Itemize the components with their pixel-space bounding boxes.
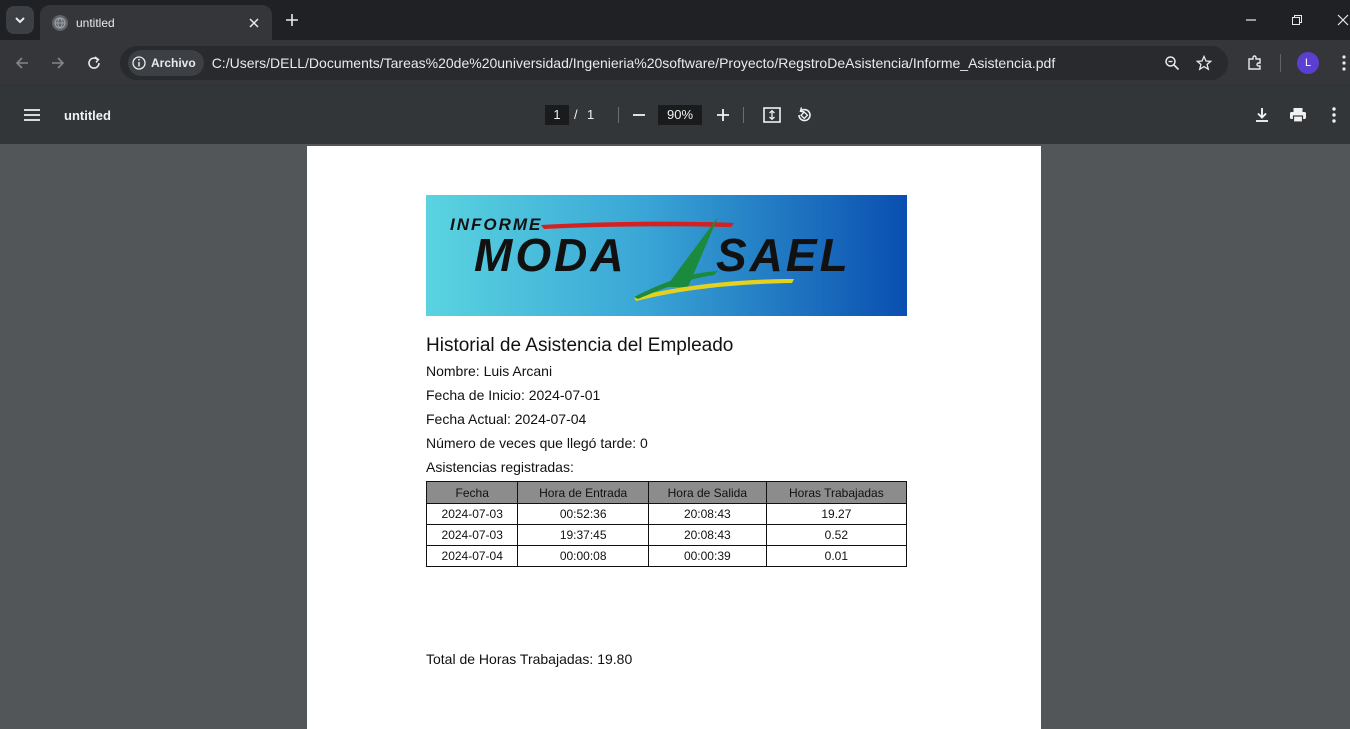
table-cell: 19.27 (765, 503, 908, 525)
minimize-button[interactable] (1239, 8, 1263, 32)
table-row: 2024-07-04 00:00:08 00:00:39 0.01 (425, 545, 908, 567)
pdf-more-actions-button[interactable] (1322, 103, 1346, 127)
table-cell: 0.01 (765, 545, 908, 567)
table-cell: 00:00:39 (647, 545, 767, 567)
pdf-toolbar: untitled 1 / 1 90% (0, 86, 1350, 144)
kebab-menu-icon (1342, 55, 1346, 71)
browser-menu-button[interactable] (1332, 51, 1350, 75)
page-separator: / (574, 107, 578, 122)
table-cell: 20:08:43 (647, 503, 767, 525)
zoom-level-input[interactable]: 90% (658, 105, 702, 125)
attendance-label: Asistencias registradas: (426, 459, 574, 475)
page-total: 1 (587, 107, 595, 122)
info-icon (132, 56, 146, 70)
fit-to-page-icon (763, 107, 781, 123)
reload-button[interactable] (82, 51, 106, 75)
back-button[interactable] (10, 51, 34, 75)
toolbar-divider (618, 107, 619, 123)
browser-toolbar: Archivo C:/Users/DELL/Documents/Tareas%2… (0, 40, 1350, 86)
rotate-button[interactable] (792, 103, 816, 127)
pdf-document-title: untitled (64, 108, 111, 123)
current-date: Fecha Actual: 2024-07-04 (426, 411, 587, 427)
site-info-chip[interactable]: Archivo (128, 50, 204, 76)
close-window-button[interactable] (1331, 8, 1350, 32)
hamburger-menu-icon (24, 109, 40, 121)
table-cell: 2024-07-04 (425, 545, 519, 567)
column-header: Hora de Salida (647, 481, 767, 504)
download-icon (1256, 108, 1268, 122)
table-row: 2024-07-03 19:37:45 20:08:43 0.52 (425, 524, 908, 546)
new-tab-button[interactable] (280, 8, 304, 32)
employee-name: Nombre: Luis Arcani (426, 363, 553, 379)
sidebar-toggle-button[interactable] (20, 103, 44, 127)
toolbar-divider (1280, 54, 1281, 72)
table-cell: 2024-07-03 (425, 524, 519, 546)
plus-icon (717, 109, 729, 121)
pdf-page: INFORME MODA SAEL Historial de Asistenci… (307, 146, 1041, 729)
bookmark-star-icon[interactable] (1192, 51, 1216, 75)
chevron-down-icon (15, 17, 25, 24)
zoom-in-button[interactable] (711, 103, 735, 127)
table-cell: 00:52:36 (517, 503, 649, 525)
printer-icon (1290, 108, 1306, 123)
tab-search-button[interactable] (6, 6, 34, 34)
extensions-button[interactable] (1243, 51, 1267, 75)
table-cell: 20:08:43 (647, 524, 767, 546)
browser-tab[interactable]: untitled (40, 5, 272, 40)
tab-strip: untitled (0, 0, 1350, 40)
forward-button[interactable] (46, 51, 70, 75)
logo-word-right: SAEL (716, 229, 851, 281)
table-cell: 00:00:08 (517, 545, 649, 567)
company-logo: INFORME MODA SAEL (426, 195, 907, 316)
tab-title: untitled (76, 15, 115, 30)
arrow-right-icon (52, 57, 65, 69)
start-date: Fecha de Inicio: 2024-07-01 (426, 387, 601, 403)
table-cell: 2024-07-03 (425, 503, 519, 525)
tab-close-icon[interactable] (246, 15, 262, 31)
rotate-counterclockwise-icon (798, 107, 811, 122)
minimize-icon (1246, 19, 1256, 21)
address-bar[interactable]: Archivo C:/Users/DELL/Documents/Tareas%2… (120, 46, 1228, 80)
fit-page-button[interactable] (760, 103, 784, 127)
logo-word-left: MODA (474, 229, 627, 281)
document-heading: Historial de Asistencia del Empleado (426, 335, 734, 356)
restore-button[interactable] (1285, 8, 1309, 32)
column-header: Horas Trabajadas (765, 481, 908, 504)
column-header: Fecha (425, 481, 519, 504)
toolbar-divider (743, 107, 744, 123)
download-button[interactable] (1250, 103, 1274, 127)
pdf-viewport[interactable]: INFORME MODA SAEL Historial de Asistenci… (0, 144, 1350, 729)
table-cell: 19:37:45 (517, 524, 649, 546)
minus-icon (633, 114, 645, 116)
column-header: Hora de Entrada (517, 481, 649, 504)
url-text[interactable]: C:/Users/DELL/Documents/Tareas%20de%20un… (212, 55, 1152, 71)
restore-icon (1292, 15, 1302, 25)
page-number-input[interactable]: 1 (545, 105, 569, 125)
attendance-table: Fecha Hora de Entrada Hora de Salida Hor… (425, 481, 908, 567)
kebab-menu-icon (1332, 107, 1336, 123)
close-icon (1337, 14, 1349, 26)
plus-icon (286, 14, 298, 26)
zoom-out-button[interactable] (627, 103, 651, 127)
table-header-row: Fecha Hora de Entrada Hora de Salida Hor… (425, 481, 908, 504)
zoom-icon[interactable] (1160, 51, 1184, 75)
globe-icon (52, 14, 68, 31)
site-info-label: Archivo (151, 56, 196, 70)
profile-avatar[interactable]: L (1297, 52, 1319, 74)
print-button[interactable] (1286, 103, 1310, 127)
table-cell: 0.52 (765, 524, 908, 546)
puzzle-icon (1248, 55, 1261, 70)
arrow-left-icon (15, 57, 28, 69)
total-hours: Total de Horas Trabajadas: 19.80 (426, 651, 633, 667)
reload-icon (88, 56, 100, 69)
late-count: Número de veces que llegó tarde: 0 (426, 435, 648, 451)
table-row: 2024-07-03 00:52:36 20:08:43 19.27 (425, 503, 908, 525)
